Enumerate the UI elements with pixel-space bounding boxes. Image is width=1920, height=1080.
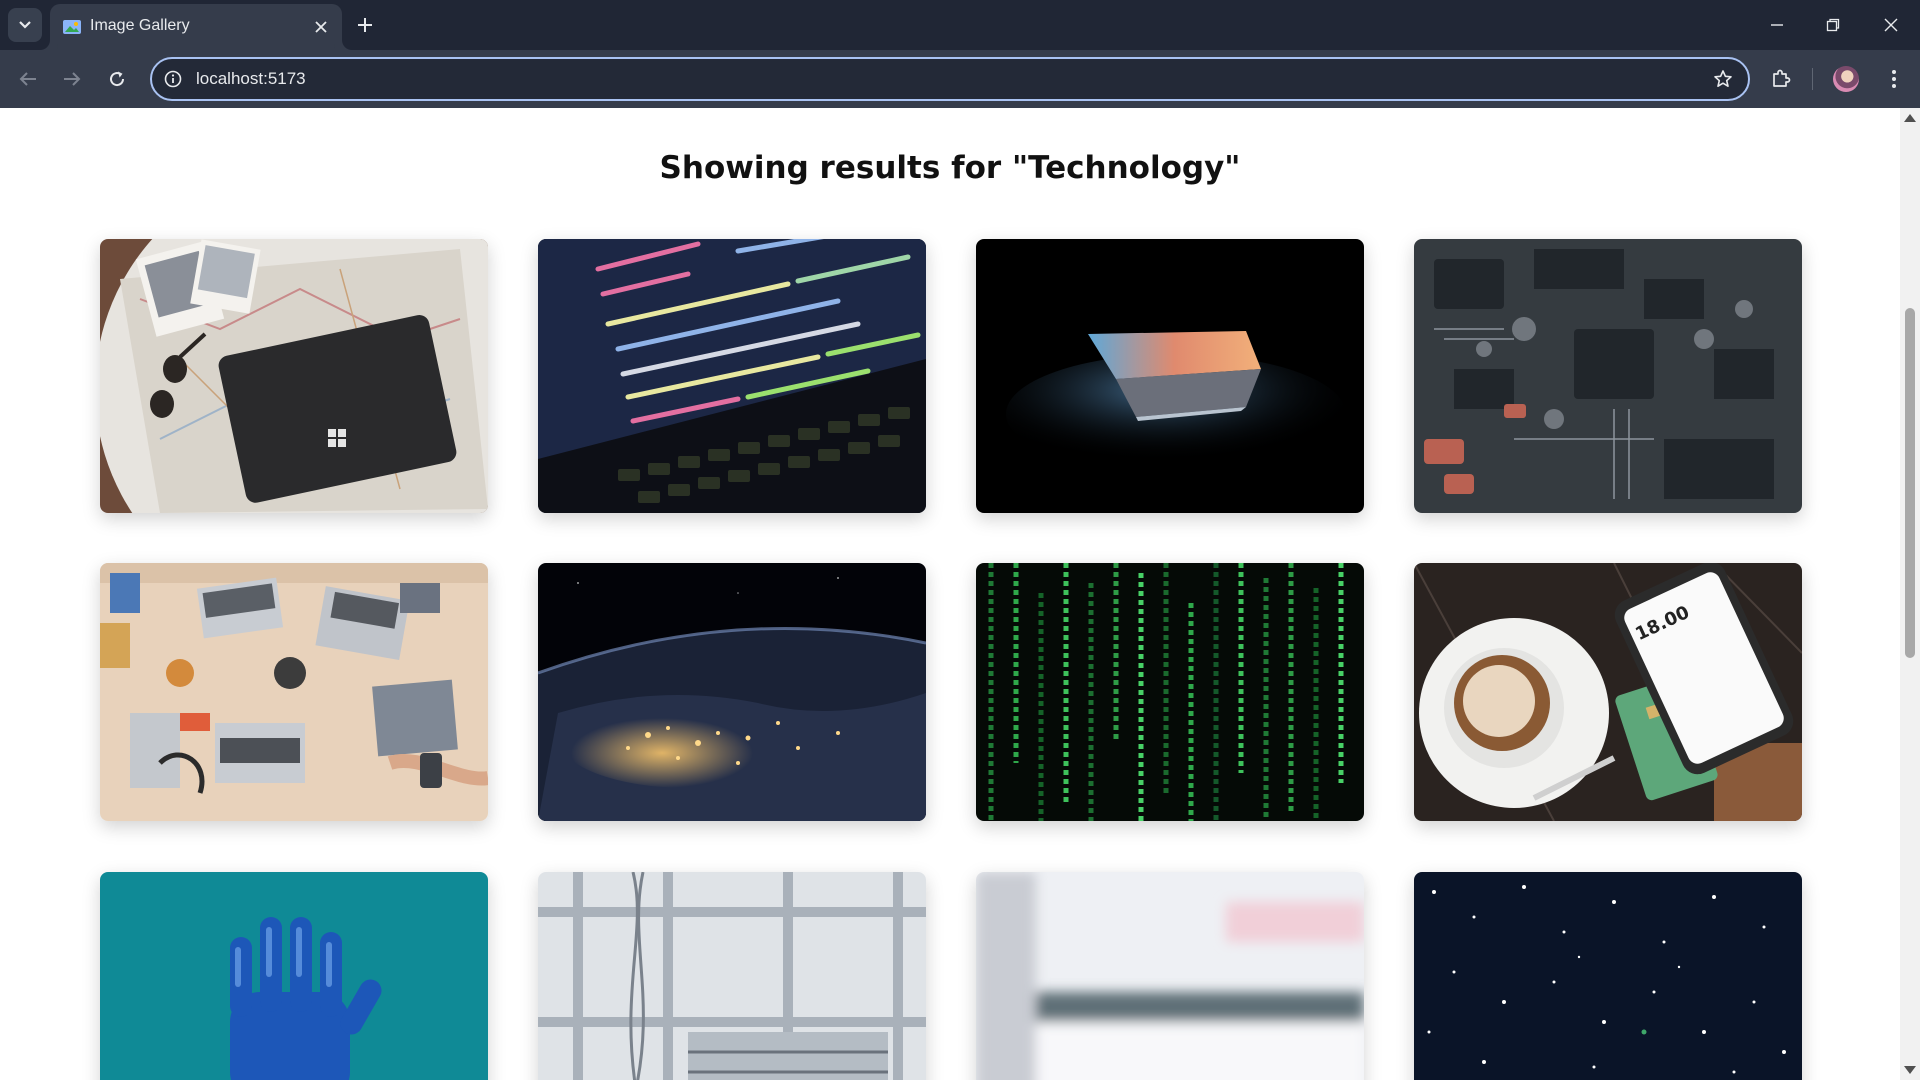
- reload-button[interactable]: [101, 63, 133, 95]
- puzzle-icon: [1773, 69, 1791, 87]
- scrollbar-thumb[interactable]: [1905, 308, 1915, 658]
- more-vertical-icon: [1892, 70, 1896, 88]
- gallery-image-robot-hand[interactable]: [100, 872, 488, 1080]
- gallery-image-laptop-map[interactable]: [100, 239, 488, 513]
- scroll-up-arrow-icon[interactable]: [1904, 114, 1916, 122]
- gallery-image-blurred-monitor[interactable]: [976, 872, 1364, 1080]
- active-tab[interactable]: Image Gallery: [50, 4, 342, 50]
- gallery-image-code-laptop[interactable]: [538, 239, 926, 513]
- code-on-laptop-photo: [538, 239, 926, 513]
- close-icon: [1884, 18, 1898, 32]
- close-window-button[interactable]: [1876, 10, 1906, 40]
- digital-starfield-photo: [1414, 872, 1802, 1080]
- page-content: Showing results for "Technology" 18.00: [0, 108, 1900, 1080]
- address-bar[interactable]: localhost:5173: [150, 57, 1750, 101]
- close-icon: [315, 21, 327, 33]
- extensions-button[interactable]: [1766, 64, 1796, 94]
- new-tab-button[interactable]: [353, 13, 377, 37]
- tab-search-button[interactable]: [8, 8, 42, 42]
- scroll-down-arrow-icon[interactable]: [1904, 1066, 1916, 1074]
- site-info-icon[interactable]: [162, 68, 184, 90]
- browser-menu-button[interactable]: [1880, 64, 1908, 94]
- back-button[interactable]: [12, 63, 44, 95]
- industrial-machine-photo: [538, 872, 926, 1080]
- arrow-left-icon: [19, 72, 36, 86]
- restore-button[interactable]: [1818, 10, 1848, 40]
- minimize-icon: [1771, 24, 1783, 26]
- laptop-on-map-photo: [100, 239, 488, 513]
- matrix-green-code-photo: [976, 563, 1364, 821]
- forward-button[interactable]: [56, 63, 88, 95]
- reload-icon: [110, 71, 125, 87]
- plus-icon: [358, 18, 372, 32]
- page-scrollbar[interactable]: [1900, 108, 1920, 1080]
- url-text[interactable]: localhost:5173: [196, 69, 306, 89]
- earth-at-night-photo: [538, 563, 926, 821]
- gallery-image-matrix-code[interactable]: [976, 563, 1364, 821]
- browser-toolbar: localhost:5173: [0, 50, 1920, 108]
- image-favicon-icon: [63, 20, 81, 34]
- circuit-board-photo: [1414, 239, 1802, 513]
- close-tab-button[interactable]: [310, 16, 332, 38]
- bookmark-button[interactable]: [1712, 68, 1734, 90]
- glowing-laptop-photo: [976, 239, 1364, 513]
- tab-strip: Image Gallery: [0, 0, 1920, 50]
- robot-hand-photo: [100, 872, 488, 1080]
- results-heading: Showing results for "Technology": [659, 150, 1241, 186]
- gallery-image-glowing-laptop[interactable]: [976, 239, 1364, 513]
- team-working-laptops-photo: [100, 563, 488, 821]
- blurred-monitor-photo: [976, 872, 1364, 1080]
- star-icon: [1714, 70, 1732, 87]
- minimize-button[interactable]: [1762, 10, 1792, 40]
- toolbar-divider: [1812, 68, 1813, 90]
- arrow-right-icon: [64, 72, 81, 86]
- gallery-image-circuit-board[interactable]: [1414, 239, 1802, 513]
- profile-avatar[interactable]: [1833, 66, 1859, 92]
- info-icon: [164, 70, 182, 88]
- gallery-image-team-laptops[interactable]: [100, 563, 488, 821]
- restore-icon: [1826, 18, 1840, 32]
- chevron-down-icon: [19, 21, 31, 29]
- gallery-image-earth-night[interactable]: [538, 563, 926, 821]
- gallery-image-machine-frame[interactable]: [538, 872, 926, 1080]
- gallery-image-coffee-payment[interactable]: 18.00: [1414, 563, 1802, 821]
- gallery-image-starfield[interactable]: [1414, 872, 1802, 1080]
- coffee-and-phone-payment-photo: [1414, 563, 1802, 821]
- tab-title: Image Gallery: [90, 17, 190, 34]
